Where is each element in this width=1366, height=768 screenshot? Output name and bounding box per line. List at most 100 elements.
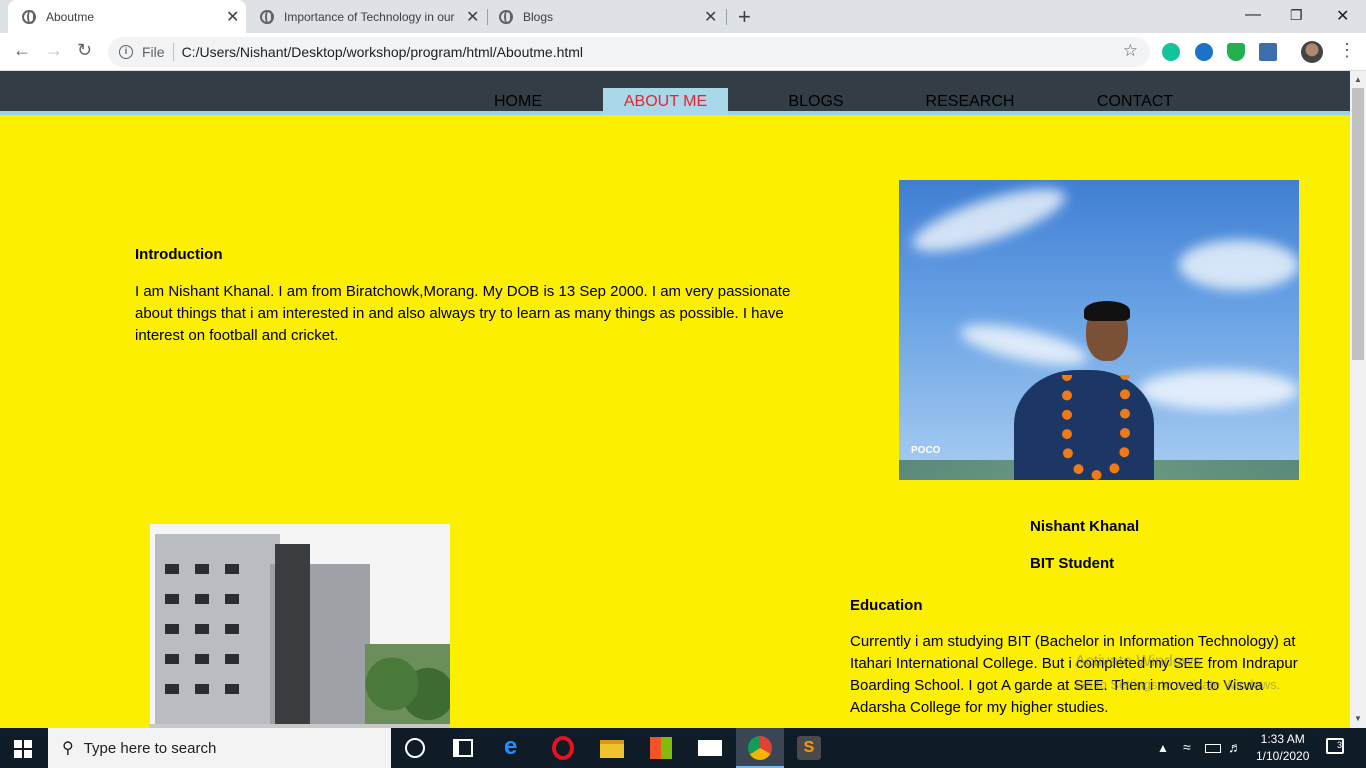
nav-research[interactable]: RESEARCH — [914, 88, 1026, 115]
screen-capture-icon[interactable] — [1259, 43, 1277, 61]
notification-center-icon[interactable]: 3 — [1326, 738, 1344, 754]
search-icon: ⚲ — [62, 740, 74, 757]
volume-icon[interactable]: ♬ — [1228, 739, 1242, 755]
minimize-icon[interactable]: — — [1245, 6, 1261, 24]
taskbar-search[interactable]: ⚲ Type here to search — [48, 728, 391, 768]
vpn-icon[interactable] — [1195, 43, 1213, 61]
scrollbar-thumb[interactable] — [1352, 88, 1364, 360]
store-icon[interactable] — [650, 737, 672, 759]
window — [195, 684, 209, 694]
site-navbar: HOME ABOUT ME BLOGS RESEARCH CONTACT — [0, 71, 1350, 115]
activate-windows-hint: Go to Settings to activate Windows. — [1075, 677, 1281, 692]
window — [225, 564, 239, 574]
window — [165, 594, 179, 604]
nav-blogs[interactable]: BLOGS — [777, 88, 855, 115]
window — [195, 564, 209, 574]
window — [165, 624, 179, 634]
scroll-up-icon[interactable]: ▲ — [1354, 75, 1362, 84]
globe-icon — [260, 9, 274, 24]
cloud — [1139, 370, 1299, 410]
clock-time: 1:33 AM — [1260, 732, 1305, 746]
trees — [365, 644, 450, 728]
address-bar[interactable]: i File C:/Users/Nishant/Desktop/workshop… — [108, 37, 1150, 67]
tab-separator — [726, 9, 727, 25]
profile-photo: POCO — [899, 180, 1299, 480]
cloud — [1179, 240, 1299, 290]
profile-avatar[interactable] — [1301, 41, 1323, 63]
mail-icon[interactable] — [698, 740, 722, 756]
cortana-icon[interactable] — [405, 738, 425, 758]
search-placeholder: Type here to search — [83, 739, 217, 757]
window — [225, 624, 239, 634]
window — [225, 684, 239, 694]
page-viewport: HOME ABOUT ME BLOGS RESEARCH CONTACT Int… — [0, 71, 1350, 728]
scroll-down-icon[interactable]: ▼ — [1354, 714, 1362, 723]
introduction-heading: Introduction — [135, 246, 223, 263]
profile-name: Nishant Khanal — [1030, 518, 1140, 535]
file-explorer-icon[interactable] — [600, 740, 624, 758]
url-text[interactable]: C:/Users/Nishant/Desktop/workshop/progra… — [182, 44, 583, 60]
chrome-icon[interactable] — [748, 736, 772, 760]
task-view-icon[interactable] — [453, 739, 473, 757]
wifi-icon[interactable]: ≈ — [1183, 739, 1191, 755]
globe-icon — [22, 9, 36, 24]
person-hair — [1084, 301, 1130, 321]
close-tab-icon[interactable]: ✕ — [466, 7, 479, 27]
tab-importance-of-technology[interactable]: Importance of Technology in our ✕ — [248, 0, 486, 33]
education-heading: Education — [850, 597, 923, 614]
bookmark-star-icon[interactable]: ☆ — [1123, 41, 1138, 61]
opera-icon[interactable] — [552, 736, 574, 760]
flower-garland — [1062, 375, 1130, 480]
tab-blogs[interactable]: Blogs ✕ — [488, 0, 726, 33]
page-scrollbar[interactable]: ▲ ▼ — [1350, 71, 1366, 728]
browser-menu-icon[interactable]: ⋮ — [1338, 40, 1356, 61]
window — [165, 654, 179, 664]
window — [225, 594, 239, 604]
reload-icon[interactable]: ↻ — [77, 40, 92, 61]
restore-icon[interactable]: ❐ — [1290, 7, 1303, 24]
nav-home[interactable]: HOME — [482, 88, 554, 115]
photo-watermark: POCO — [911, 445, 941, 456]
divider — [172, 43, 174, 61]
sublime-text-icon[interactable]: S — [797, 736, 821, 760]
grammarly-icon[interactable] — [1162, 43, 1180, 61]
forward-icon[interactable]: → — [45, 40, 63, 61]
window — [195, 624, 209, 634]
tab-title: Aboutme — [46, 9, 95, 24]
info-icon[interactable]: i — [119, 45, 133, 59]
notification-count: 3 — [1336, 740, 1342, 750]
back-icon[interactable]: ← — [13, 40, 31, 61]
cloud — [906, 180, 1072, 264]
nav-contact[interactable]: CONTACT — [1085, 88, 1185, 115]
browser-tab-strip: Aboutme ✕ Importance of Technology in ou… — [0, 0, 1366, 33]
window — [165, 684, 179, 694]
close-tab-icon[interactable]: ✕ — [226, 7, 239, 27]
activate-windows-watermark: Activate Windows — [1075, 653, 1202, 670]
system-clock[interactable]: 1:33 AM 1/10/2020 — [1256, 731, 1309, 765]
window — [195, 594, 209, 604]
tab-title: Blogs — [523, 9, 554, 24]
windows-taskbar: ⚲ Type here to search e S ▲ ≈ ♬ 1:33 AM … — [0, 728, 1366, 768]
security-label: File — [142, 44, 165, 60]
clock-date: 1/10/2020 — [1256, 749, 1310, 763]
window — [195, 654, 209, 664]
building-glass — [275, 544, 310, 728]
new-tab-icon[interactable]: + — [738, 4, 751, 30]
nav-about-me[interactable]: ABOUT ME — [603, 88, 728, 115]
profile-role: BIT Student — [1030, 555, 1115, 572]
introduction-text: I am Nishant Khanal. I am from Biratchow… — [135, 283, 791, 344]
college-building-image — [150, 524, 450, 728]
globe-icon — [499, 9, 513, 24]
battery-icon[interactable] — [1205, 744, 1221, 753]
browser-toolbar: ← → ↻ i File C:/Users/Nishant/Desktop/wo… — [0, 33, 1366, 71]
close-tab-icon[interactable]: ✕ — [704, 7, 717, 27]
education-text: Currently i am studying BIT (Bachelor in… — [850, 633, 1298, 716]
edge-icon[interactable]: e — [504, 733, 528, 760]
windows-start-icon[interactable] — [14, 740, 32, 758]
show-hidden-icons[interactable]: ▲ — [1157, 741, 1169, 755]
window — [165, 564, 179, 574]
shield-icon[interactable] — [1227, 43, 1245, 61]
tab-aboutme[interactable]: Aboutme ✕ — [8, 0, 246, 33]
close-window-icon[interactable]: ✕ — [1336, 6, 1349, 26]
cloud — [957, 316, 1091, 374]
